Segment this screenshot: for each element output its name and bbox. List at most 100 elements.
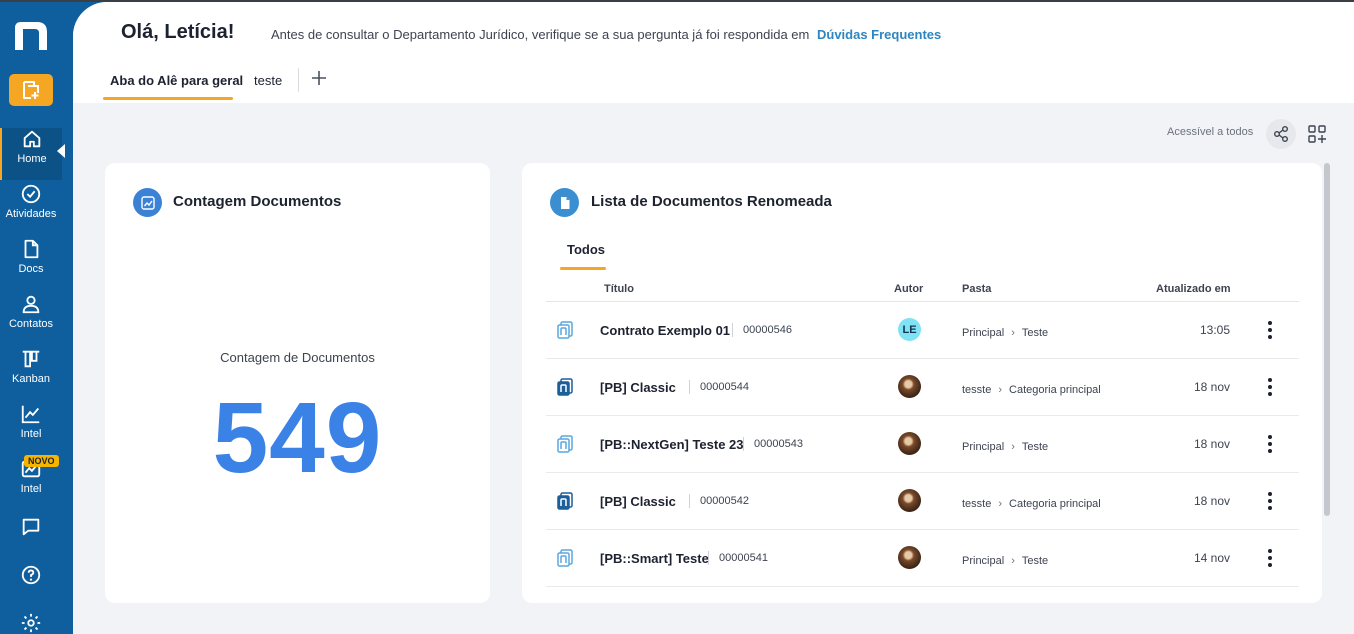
subfolder-name: Teste [1021, 555, 1049, 567]
table-row[interactable]: [PB::Smart] Teste 00000541 Principal › Tes… [546, 530, 1299, 587]
active-subtab-indicator [560, 267, 606, 270]
folder-path[interactable]: tesste › Categoria principal [962, 384, 1101, 396]
document-title[interactable]: [PB] Classic [600, 380, 676, 395]
updated-at: 18 nov [1193, 494, 1230, 508]
tab-aba-do-ale[interactable]: Aba do Alê para geral [110, 73, 243, 88]
document-list-widget: Lista de Documentos Renomeada Todos Títu… [522, 163, 1322, 603]
folder-name: tesste [962, 498, 992, 510]
folder-path[interactable]: Principal › Teste [962, 327, 1048, 339]
author-avatar[interactable] [898, 432, 921, 455]
document-title[interactable]: [PB::Smart] Teste [600, 551, 709, 566]
column-header-author[interactable]: Autor [894, 283, 923, 295]
kebab-dot [1268, 499, 1272, 503]
document-code: 00000543 [754, 438, 803, 450]
document-widget-icon [550, 188, 579, 217]
count-value: 549 [212, 382, 383, 494]
tab-teste[interactable]: teste [254, 73, 282, 88]
kebab-dot [1268, 563, 1272, 567]
kebab-dot [1268, 549, 1272, 553]
folder-path[interactable]: tesste › Categoria principal [962, 498, 1101, 510]
document-title[interactable]: [PB::NextGen] Teste 23 [600, 437, 744, 452]
author-avatar[interactable]: LE [898, 318, 921, 341]
row-actions-button[interactable] [1263, 433, 1277, 455]
column-header-title[interactable]: Título [604, 283, 634, 295]
author-avatar[interactable] [898, 375, 921, 398]
folder-path[interactable]: Principal › Teste [962, 555, 1048, 567]
help-icon [21, 565, 41, 585]
faq-notice-text: Antes de consultar o Departamento Jurídi… [271, 27, 810, 42]
active-tab-indicator [103, 97, 233, 100]
table-row[interactable]: [PB] Classic 00000544 tesste › Categoria p… [546, 359, 1299, 416]
tab-divider [298, 68, 299, 92]
folder-path[interactable]: Principal › Teste [962, 441, 1048, 453]
chevron-right-icon: › [1011, 441, 1015, 453]
kebab-dot [1268, 492, 1272, 496]
tab-todos[interactable]: Todos [567, 242, 605, 257]
folder-name: Principal [962, 441, 1005, 453]
add-widget-icon [1308, 125, 1326, 143]
new-document-icon [23, 81, 39, 99]
sidebar-item-chat[interactable] [0, 516, 62, 568]
faq-notice: Antes de consultar o Departamento Jurídi… [271, 27, 941, 42]
table-row[interactable]: [PB::NextGen] Teste 23 00000543 Principa… [546, 416, 1299, 473]
subfolder-name: Categoria principal [1009, 384, 1101, 396]
updated-at: 13:05 [1199, 323, 1230, 337]
sidebar-item-settings[interactable] [0, 612, 62, 634]
sidebar-item-home[interactable]: Home [0, 128, 62, 180]
visibility-label: Acessível a todos [1167, 126, 1254, 138]
sidebar-item-label: Intel [20, 483, 42, 495]
sidebar-item-docs[interactable]: Docs [0, 238, 62, 290]
chevron-right-icon: › [1011, 555, 1015, 567]
sidebar: Home Atividades Docs Contatos Kanban Int… [0, 0, 73, 634]
scrollbar-thumb[interactable] [1324, 163, 1330, 516]
sidebar-item-label: Contatos [8, 318, 54, 330]
row-actions-button[interactable] [1263, 547, 1277, 569]
greeting-title: Olá, Letícia! [121, 21, 235, 43]
kebab-dot [1268, 378, 1272, 382]
add-widget-button[interactable] [1302, 119, 1332, 149]
document-type-icon [557, 435, 573, 453]
kanban-icon [22, 350, 40, 368]
new-badge: NOVO [24, 455, 59, 467]
folder-name: tesste [962, 384, 992, 396]
home-icon [23, 130, 41, 148]
document-type-icon [557, 378, 573, 396]
row-actions-button[interactable] [1263, 490, 1277, 512]
document-code: 00000544 [700, 381, 749, 393]
document-code: 00000546 [743, 324, 792, 336]
kebab-dot [1268, 449, 1272, 453]
share-button[interactable] [1266, 119, 1296, 149]
column-header-updated[interactable]: Atualizado em [1156, 283, 1231, 295]
column-header-folder[interactable]: Pasta [962, 283, 991, 295]
table-row[interactable]: [PB] Classic 00000542 tesste › Categoria p… [546, 473, 1299, 530]
chevron-right-icon: › [1011, 327, 1015, 339]
add-tab-button[interactable] [311, 68, 327, 90]
row-actions-button[interactable] [1263, 376, 1277, 398]
document-type-icon [557, 549, 573, 567]
sidebar-item-intel[interactable]: Intel [0, 403, 62, 455]
sidebar-item-kanban[interactable]: Kanban [0, 348, 62, 400]
table-row[interactable]: Contrato Exemplo 01 00000546 LE Principa… [546, 302, 1299, 359]
author-avatar[interactable] [898, 489, 921, 512]
title-code-divider [689, 494, 690, 508]
document-title[interactable]: Contrato Exemplo 01 [600, 323, 730, 338]
new-document-button[interactable] [9, 74, 53, 106]
title-code-divider [732, 323, 733, 337]
sidebar-item-contatos[interactable]: Contatos [0, 293, 62, 345]
sidebar-item-help[interactable] [0, 564, 62, 616]
faq-link[interactable]: Dúvidas Frequentes [817, 27, 941, 42]
subfolder-name: Teste [1021, 441, 1049, 453]
row-actions-button[interactable] [1263, 319, 1277, 341]
subfolder-name: Teste [1021, 327, 1049, 339]
author-avatar[interactable] [898, 546, 921, 569]
sidebar-item-atividades[interactable]: Atividades [0, 183, 62, 235]
sidebar-item-label: Docs [18, 263, 44, 275]
kebab-dot [1268, 506, 1272, 510]
chart-line-icon [21, 405, 40, 424]
kebab-dot [1268, 385, 1272, 389]
app-logo[interactable] [13, 20, 49, 52]
widget-title: Contagem Documentos [173, 193, 342, 210]
document-title[interactable]: [PB] Classic [600, 494, 676, 509]
updated-at: 18 nov [1193, 437, 1230, 451]
count-label: Contagem de Documentos [220, 350, 375, 365]
